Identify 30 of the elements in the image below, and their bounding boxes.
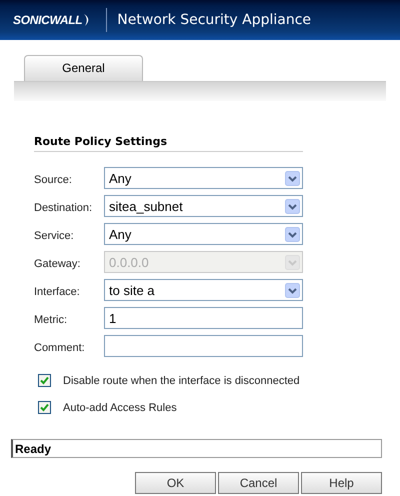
tab[interactable]: General [24, 55, 143, 81]
logo-text: SONICWALL [13, 13, 82, 27]
dialog-button[interactable]: Help [301, 472, 382, 494]
app-title: Network Security Appliance [117, 12, 312, 28]
status-bar: Ready [11, 439, 382, 458]
dropdown[interactable]: Any [104, 223, 303, 245]
dropdown[interactable]: to site a [104, 279, 303, 301]
chevron-down-icon [285, 282, 300, 298]
field-label: Gateway: [34, 257, 82, 270]
input-field[interactable]: 1 [104, 307, 303, 329]
dropdown[interactable]: sitea_subnet [104, 195, 303, 217]
checkbox-label: Auto-add Access Rules [63, 402, 177, 414]
chevron-down-icon [285, 170, 300, 186]
field-label: Service: [34, 229, 75, 242]
field-label: Comment: [34, 341, 86, 354]
field-label: Destination: [34, 201, 94, 214]
dialog-button[interactable]: OK [135, 472, 216, 494]
field-label: Source: [34, 173, 73, 186]
chevron-down-icon [285, 226, 300, 242]
checkbox[interactable] [38, 374, 51, 387]
dropdown[interactable]: Any [104, 167, 303, 189]
field-label: Metric: [34, 313, 68, 326]
chevron-down-icon [285, 254, 300, 270]
checkbox-label: Disable route when the interface is disconnected [63, 374, 300, 386]
input-field[interactable] [104, 335, 303, 357]
chevron-down-icon [285, 198, 300, 214]
field-label: Interface: [34, 285, 81, 298]
checkbox[interactable] [38, 401, 51, 414]
section-title: Route Policy Settings [34, 135, 303, 152]
dialog-button[interactable]: Cancel [218, 472, 299, 494]
